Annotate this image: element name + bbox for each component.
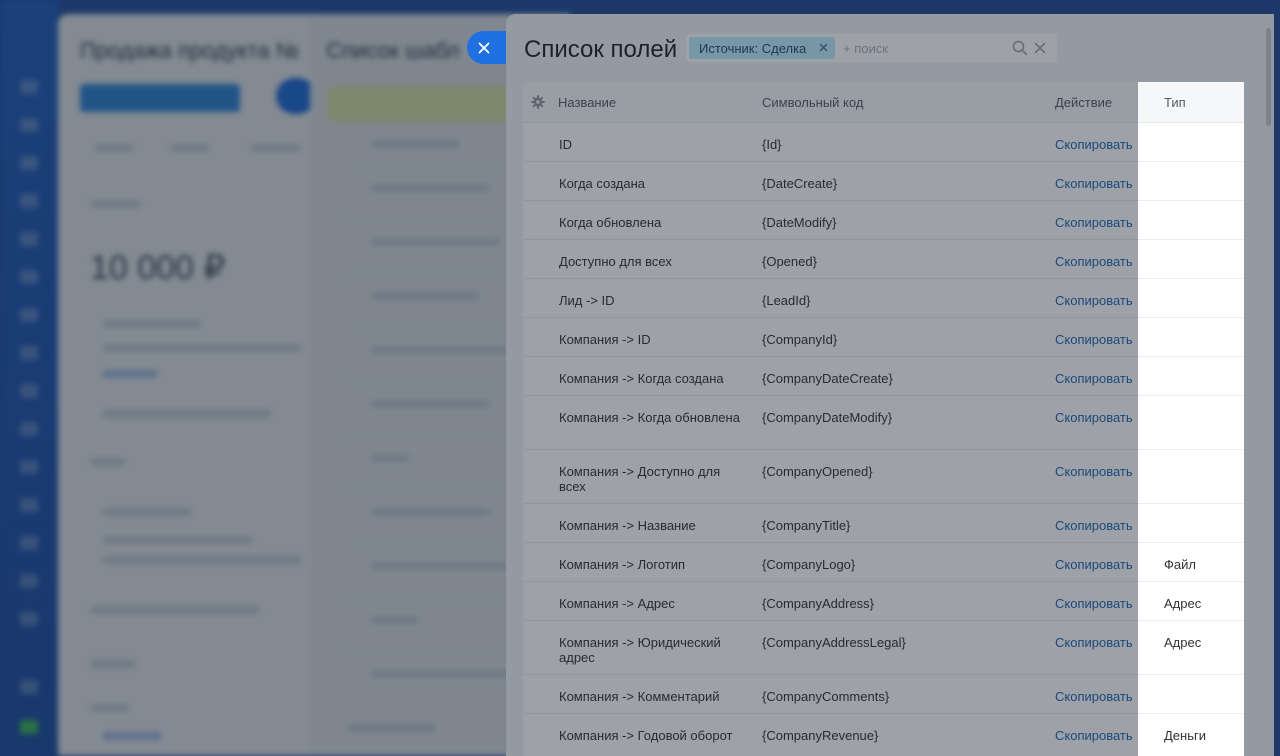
table-row: Компания -> Доступно для всех {CompanyOpe… [523, 450, 1244, 504]
cell-type: Деньги [1164, 728, 1206, 743]
column-header-name[interactable]: Название [558, 95, 616, 110]
fields-list-slider: Список полей Источник: Сделка + поиск На… [506, 14, 1274, 756]
cell-code: {DateCreate} [762, 176, 838, 191]
table-row: Компания -> Когда обновлена {CompanyDateM… [523, 396, 1244, 450]
copy-link[interactable]: Скопировать [1055, 137, 1133, 152]
cell-name: ID [559, 137, 572, 152]
cell-type: Адрес [1164, 596, 1202, 611]
cell-code: {DateModify} [762, 215, 837, 230]
table-row: Компания -> Годовой оборот {CompanyRevenu… [523, 714, 1244, 756]
scrollbar[interactable] [1266, 28, 1271, 126]
table-row: Компания -> Адрес {CompanyAddress} Скопиро… [523, 582, 1244, 621]
table-header: Название Символьный код Действие Тип [523, 82, 1244, 123]
copy-link[interactable]: Скопировать [1055, 596, 1133, 611]
fields-table: Название Символьный код Действие Тип ID {… [523, 82, 1244, 756]
cell-name: Доступно для всех [559, 254, 672, 269]
cell-name: Компания -> Адрес [559, 596, 675, 611]
copy-link[interactable]: Скопировать [1055, 332, 1133, 347]
cell-code: {CompanyAddressLegal} [762, 635, 906, 650]
cell-code: {CompanyLogo} [762, 557, 856, 572]
cell-type: Файл [1164, 557, 1196, 572]
cell-type: Адрес [1164, 635, 1202, 650]
table-row: Когда создана {DateCreate} Скопировать [523, 162, 1244, 201]
copy-link[interactable]: Скопировать [1055, 254, 1133, 269]
filter-search-box[interactable]: Источник: Сделка [686, 34, 1057, 62]
column-header-code[interactable]: Символьный код [762, 95, 863, 110]
table-row: Компания -> ID {CompanyId} Скопировать [523, 318, 1244, 357]
table-row: Компания -> Когда создана {CompanyDateCre… [523, 357, 1244, 396]
chip-remove-icon[interactable] [818, 42, 829, 53]
table-row: Компания -> Комментарий {CompanyComments}… [523, 675, 1244, 714]
cell-code: {CompanyDateCreate} [762, 371, 893, 386]
cell-name: Компания -> Название [559, 518, 696, 533]
table-row: ID {Id} Скопировать [523, 123, 1244, 162]
copy-link[interactable]: Скопировать [1055, 215, 1133, 230]
table-body: ID {Id} Скопировать Когда создана {DateCreat… [523, 123, 1244, 756]
copy-link[interactable]: Скопировать [1055, 557, 1133, 572]
cell-code: {CompanyAddress} [762, 596, 875, 611]
table-row: Компания -> Юридический адрес {CompanyAdd… [523, 621, 1244, 675]
cell-code: {CompanyRevenue} [762, 728, 879, 743]
cell-name: Компания -> Комментарий [559, 689, 720, 704]
copy-link[interactable]: Скопировать [1055, 635, 1133, 650]
copy-link[interactable]: Скопировать [1055, 728, 1133, 743]
clear-icon[interactable] [1034, 42, 1046, 54]
cell-code: {CompanyOpened} [762, 464, 873, 479]
cell-name: Компания -> ID [559, 332, 651, 347]
copy-link[interactable]: Скопировать [1055, 689, 1133, 704]
table-row: Доступно для всех {Opened} Скопировать [523, 240, 1244, 279]
cell-name: Компания -> Годовой оборот [559, 728, 733, 743]
close-icon [478, 42, 490, 53]
page-title: Список полей [524, 36, 678, 63]
cell-code: {LeadId} [762, 293, 811, 308]
table-row: Когда обновлена {DateModify} Скопировать [523, 201, 1244, 240]
cell-name: Компания -> Когда обновлена [559, 410, 740, 425]
cell-code: {CompanyTitle} [762, 518, 851, 533]
copy-link[interactable]: Скопировать [1055, 293, 1133, 308]
cell-name: Лид -> ID [559, 293, 615, 308]
cell-name: Компания -> Доступно для всех [559, 464, 721, 494]
cell-code: {Id} [762, 137, 782, 152]
cell-code: {CompanyId} [762, 332, 838, 347]
copy-link[interactable]: Скопировать [1055, 518, 1133, 533]
cell-name: Компания -> Когда создана [559, 371, 724, 386]
table-row: Компания -> Название {CompanyTitle} Скопир… [523, 504, 1244, 543]
cell-name: Компания -> Юридический адрес [559, 635, 721, 665]
table-row: Лид -> ID {LeadId} Скопировать [523, 279, 1244, 318]
cell-name: Компания -> Логотип [559, 557, 686, 572]
table-row: Компания -> Логотип {CompanyLogo} Скопиров… [523, 543, 1244, 582]
copy-link[interactable]: Скопировать [1055, 410, 1133, 425]
search-icon[interactable] [1012, 40, 1028, 56]
cell-code: {Opened} [762, 254, 817, 269]
column-header-action[interactable]: Действие [1055, 95, 1112, 110]
cell-code: {CompanyDateModify} [762, 410, 893, 425]
cell-name: Когда создана [559, 176, 646, 191]
copy-link[interactable]: Скопировать [1055, 176, 1133, 191]
copy-link[interactable]: Скопировать [1055, 371, 1133, 386]
gear-icon[interactable] [531, 95, 545, 109]
cell-name: Когда обновлена [559, 215, 662, 230]
filter-chip-source[interactable]: Источник: Сделка [689, 37, 835, 59]
cell-code: {CompanyComments} [762, 689, 890, 704]
column-header-type[interactable]: Тип [1164, 95, 1186, 110]
filter-chip-label: Источник: Сделка [699, 40, 807, 56]
search-input[interactable] [843, 38, 1003, 58]
copy-link[interactable]: Скопировать [1055, 464, 1133, 479]
